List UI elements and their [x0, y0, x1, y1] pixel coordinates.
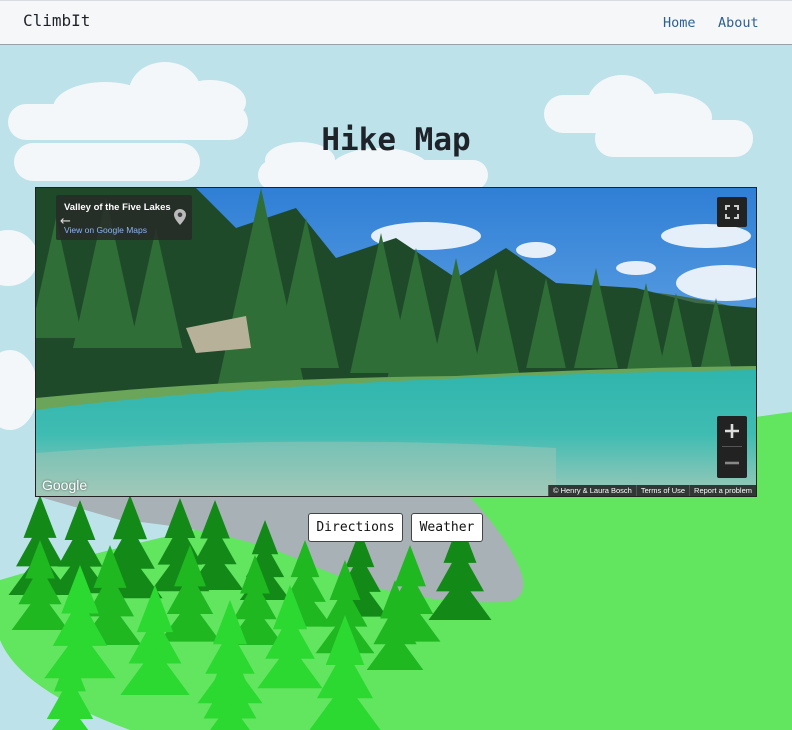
report-problem-link[interactable]: Report a problem — [689, 485, 756, 496]
zoom-in-button[interactable] — [717, 416, 747, 446]
directions-button[interactable]: Directions — [308, 513, 403, 542]
zoom-in-icon — [725, 424, 739, 438]
fullscreen-button[interactable] — [717, 197, 747, 227]
map-pin-icon[interactable] — [174, 209, 186, 225]
weather-button[interactable]: Weather — [411, 513, 483, 542]
zoom-divider — [722, 446, 742, 447]
zoom-out-icon — [725, 461, 739, 465]
terms-of-use-link[interactable]: Terms of Use — [635, 485, 690, 496]
place-card: ← Valley of the Five Lakes View on Googl… — [56, 195, 192, 240]
nav-link-about[interactable]: About — [718, 15, 759, 31]
place-name: Valley of the Five Lakes — [64, 202, 171, 213]
map-attribution: © Henry & Laura Bosch Terms of Use Repor… — [547, 485, 756, 496]
brand-logo[interactable]: ClimbIt — [23, 11, 90, 30]
zoom-controls — [717, 416, 747, 478]
page-title: Hike Map — [321, 122, 471, 158]
navbar: ClimbIt Home About — [0, 0, 792, 45]
copyright-text: © Henry & Laura Bosch — [547, 485, 636, 496]
zoom-out-button[interactable] — [717, 448, 747, 478]
fullscreen-icon — [725, 205, 739, 219]
view-on-google-maps-link[interactable]: View on Google Maps — [64, 225, 147, 235]
cloud-edge — [0, 230, 38, 430]
google-logo: Google — [42, 477, 88, 493]
nav-link-home[interactable]: Home — [663, 15, 696, 31]
street-view-map[interactable]: ← Valley of the Five Lakes View on Googl… — [35, 187, 757, 497]
